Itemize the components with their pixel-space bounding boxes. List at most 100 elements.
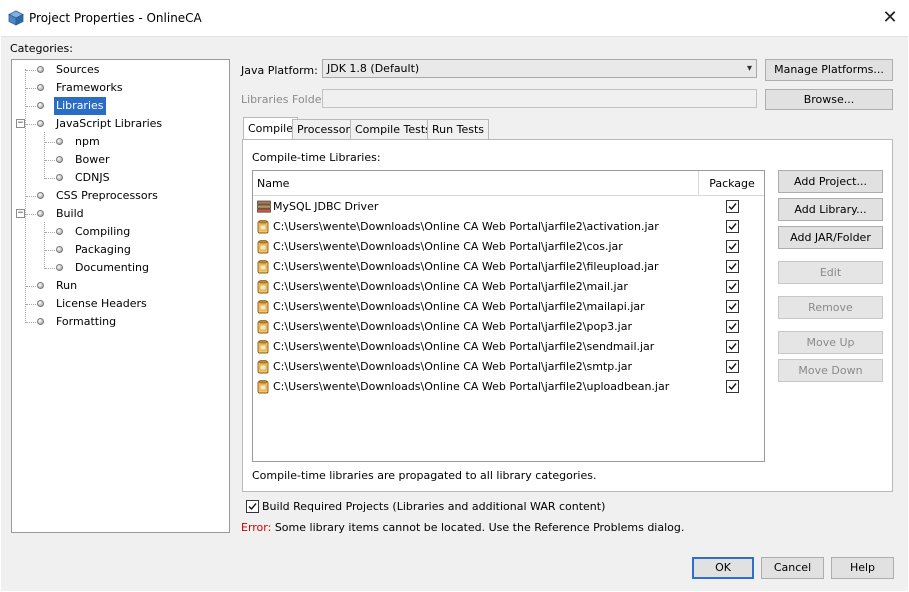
move-down-button[interactable]: Move Down <box>778 359 883 382</box>
tree-connector <box>26 124 36 125</box>
ok-button[interactable]: OK <box>692 557 754 579</box>
tree-item-label: Compiling <box>75 225 131 238</box>
package-checkbox[interactable] <box>726 300 739 313</box>
library-path: C:\Users\wente\Downloads\Online CA Web P… <box>273 380 670 393</box>
add-jar-folder-button[interactable]: Add JAR/Folder <box>778 226 883 249</box>
tab-compile[interactable]: Compile <box>243 117 298 140</box>
error-text: Some library items cannot be located. Us… <box>271 521 685 534</box>
table-row[interactable]: C:\Users\wente\Downloads\Online CA Web P… <box>253 317 764 337</box>
column-header-package[interactable]: Package <box>699 171 764 196</box>
tree-item-javascript-libraries[interactable]: − JavaScript Libraries <box>12 115 229 133</box>
tree-item-build[interactable]: − Build <box>12 205 229 223</box>
checkmark-icon <box>728 223 737 231</box>
tree-item-css-preprocessors[interactable]: CSS Preprocessors <box>12 187 229 205</box>
table-row[interactable]: C:\Users\wente\Downloads\Online CA Web P… <box>253 357 764 377</box>
jar-icon <box>257 340 269 354</box>
library-path: C:\Users\wente\Downloads\Online CA Web P… <box>273 220 659 233</box>
tab-run-tests[interactable]: Run Tests <box>427 119 489 139</box>
library-path: C:\Users\wente\Downloads\Online CA Web P… <box>273 260 659 273</box>
package-checkbox[interactable] <box>726 240 739 253</box>
tree-item-cdnjs[interactable]: CDNJS <box>12 169 229 187</box>
remove-button[interactable]: Remove <box>778 296 883 319</box>
jar-icon <box>257 320 269 334</box>
tree-item-label: License Headers <box>56 297 147 310</box>
tree-item-libraries[interactable]: Libraries <box>12 97 229 115</box>
tree-connector <box>26 214 36 215</box>
close-icon[interactable]: ✕ <box>876 6 904 30</box>
libraries-table[interactable]: Name Package MySQL JDBC Driver C:\Users\w… <box>252 170 765 462</box>
library-icon <box>257 200 271 214</box>
checkmark-icon <box>728 363 737 371</box>
checkmark-icon <box>728 383 737 391</box>
table-row[interactable]: MySQL JDBC Driver <box>253 197 764 217</box>
tree-node-icon <box>37 84 44 91</box>
build-required-checkbox[interactable] <box>246 500 259 513</box>
checkmark-icon <box>728 343 737 351</box>
tree-item-license-headers[interactable]: License Headers <box>12 295 229 313</box>
help-button[interactable]: Help <box>831 557 894 579</box>
manage-platforms-button[interactable]: Manage Platforms... <box>765 59 893 81</box>
table-row[interactable]: C:\Users\wente\Downloads\Online CA Web P… <box>253 257 764 277</box>
collapse-toggle-icon[interactable]: − <box>16 119 25 128</box>
tree-connector <box>45 178 55 179</box>
collapse-toggle-icon[interactable]: − <box>16 209 25 218</box>
table-row[interactable]: C:\Users\wente\Downloads\Online CA Web P… <box>253 277 764 297</box>
tree-connector <box>45 160 55 161</box>
tree-item-label: Packaging <box>75 243 131 256</box>
package-checkbox[interactable] <box>726 320 739 333</box>
package-checkbox[interactable] <box>726 380 739 393</box>
tree-connector <box>45 142 55 143</box>
package-checkbox[interactable] <box>726 360 739 373</box>
tree-node-icon <box>56 246 63 253</box>
tree-item-formatting[interactable]: Formatting <box>12 313 229 331</box>
table-row[interactable]: C:\Users\wente\Downloads\Online CA Web P… <box>253 217 764 237</box>
table-row[interactable]: C:\Users\wente\Downloads\Online CA Web P… <box>253 337 764 357</box>
tree-item-label: Run <box>56 279 78 292</box>
build-required-label: Build Required Projects (Libraries and a… <box>262 500 606 513</box>
add-project-button[interactable]: Add Project... <box>778 170 883 193</box>
tab-compile-tests[interactable]: Compile Tests <box>350 119 436 139</box>
tree-connector <box>26 286 36 287</box>
tree-item-label: JavaScript Libraries <box>56 117 163 130</box>
checkmark-icon <box>728 243 737 251</box>
jar-icon <box>257 300 269 314</box>
edit-button[interactable]: Edit <box>778 261 883 284</box>
column-header-name[interactable]: Name <box>253 171 699 196</box>
table-row[interactable]: C:\Users\wente\Downloads\Online CA Web P… <box>253 377 764 397</box>
tree-item-bower[interactable]: Bower <box>12 151 229 169</box>
tree-item-npm[interactable]: npm <box>12 133 229 151</box>
tree-node-icon <box>56 174 63 181</box>
tree-item-compiling[interactable]: Compiling <box>12 223 229 241</box>
tree-item-packaging[interactable]: Packaging <box>12 241 229 259</box>
table-row[interactable]: C:\Users\wente\Downloads\Online CA Web P… <box>253 237 764 257</box>
tree-item-frameworks[interactable]: Frameworks <box>12 79 229 97</box>
browse-button[interactable]: Browse... <box>765 89 893 110</box>
move-up-button[interactable]: Move Up <box>778 331 883 354</box>
categories-tree[interactable]: Sources Frameworks Libraries − JavaScrip… <box>11 59 230 533</box>
tree-item-label: Formatting <box>56 315 117 328</box>
java-platform-value: JDK 1.8 (Default) <box>327 62 420 75</box>
tree-item-run[interactable]: Run <box>12 277 229 295</box>
java-platform-select[interactable]: JDK 1.8 (Default) ▾ <box>322 59 757 78</box>
libraries-folder-label: Libraries Folder: <box>241 93 330 106</box>
tree-item-sources[interactable]: Sources <box>12 61 229 79</box>
tree-node-icon <box>37 300 44 307</box>
package-checkbox[interactable] <box>726 220 739 233</box>
package-checkbox[interactable] <box>726 260 739 273</box>
tree-item-label: npm <box>75 135 100 148</box>
tab-processor[interactable]: Processor <box>292 119 355 139</box>
tree-node-icon <box>56 264 63 271</box>
add-library-button[interactable]: Add Library... <box>778 198 883 221</box>
table-row[interactable]: C:\Users\wente\Downloads\Online CA Web P… <box>253 297 764 317</box>
package-checkbox[interactable] <box>726 200 739 213</box>
tree-item-documenting[interactable]: Documenting <box>12 259 229 277</box>
cancel-button[interactable]: Cancel <box>761 557 824 579</box>
library-path: C:\Users\wente\Downloads\Online CA Web P… <box>273 320 632 333</box>
tree-item-label: Documenting <box>75 261 149 274</box>
package-checkbox[interactable] <box>726 280 739 293</box>
tree-connector <box>26 106 36 107</box>
libraries-folder-input[interactable] <box>322 89 757 108</box>
checkmark-icon <box>248 503 257 511</box>
package-checkbox[interactable] <box>726 340 739 353</box>
library-path: C:\Users\wente\Downloads\Online CA Web P… <box>273 340 655 353</box>
